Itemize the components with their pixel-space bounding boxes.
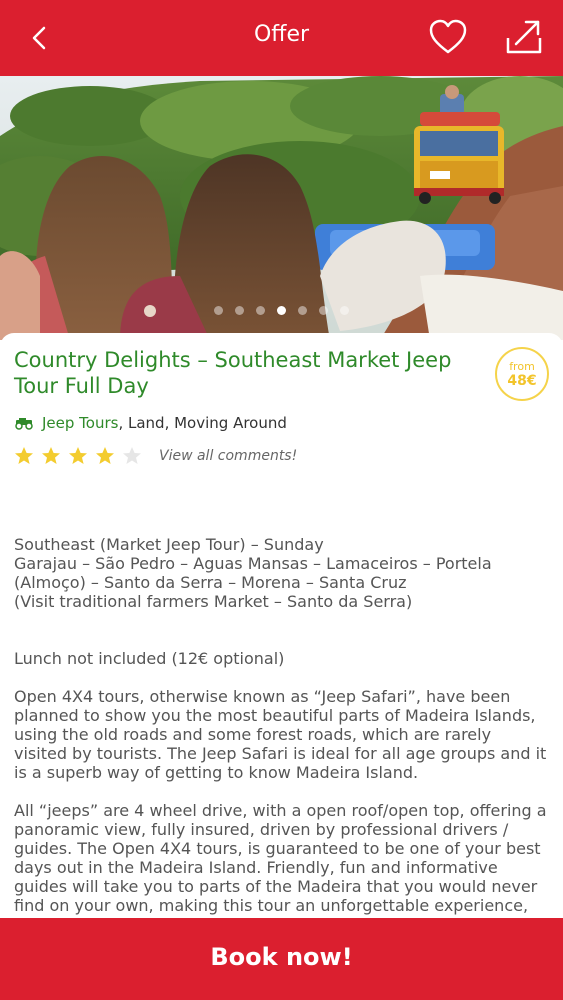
gallery-dot[interactable]	[340, 306, 349, 315]
star-filled-icon	[69, 447, 87, 464]
description-paragraph: Open 4X4 tours, otherwise known as “Jeep…	[14, 687, 547, 782]
gallery-dot[interactable]	[256, 306, 265, 315]
star-filled-icon	[96, 447, 114, 464]
view-comments-link[interactable]: View all comments!	[159, 448, 297, 464]
tour-title: Country Delights – Southeast Market Jeep…	[14, 348, 452, 398]
category-list: , Land, Moving Around	[118, 414, 287, 432]
gallery-dot[interactable]	[235, 306, 244, 315]
jeep-icon	[15, 418, 33, 430]
star-empty-icon	[123, 447, 141, 464]
tour-photo-gallery[interactable]	[0, 76, 563, 340]
price-from-label: from	[509, 360, 535, 373]
top-bar: Offer	[0, 0, 563, 76]
share-icon[interactable]	[504, 16, 544, 56]
itinerary-paragraph: Southeast (Market Jeep Tour) – Sunday Ga…	[14, 535, 549, 611]
itinerary-line: (Visit traditional farmers Market – Sant…	[14, 592, 413, 611]
page-title: Offer	[253, 22, 310, 47]
price-value: 48€	[507, 373, 537, 389]
book-now-button[interactable]: Book now!	[0, 918, 563, 1000]
tour-description: Southeast (Market Jeep Tour) – Sunday Ga…	[14, 535, 549, 953]
price-badge: from 48€	[495, 347, 549, 401]
gallery-pagination[interactable]	[0, 306, 563, 320]
category-link[interactable]: Jeep Tours	[42, 414, 118, 432]
tour-photo	[0, 76, 563, 340]
itinerary-line: Garajau – São Pedro – Aguas Mansas – Lam…	[14, 554, 492, 592]
gallery-dot[interactable]	[319, 306, 328, 315]
gallery-dot[interactable]	[214, 306, 223, 315]
tour-detail-card: Country Delights – Southeast Market Jeep…	[0, 333, 563, 934]
star-filled-icon	[15, 447, 33, 464]
lunch-note: Lunch not included (12€ optional)	[14, 649, 285, 668]
rating-stars: View all comments!	[14, 446, 297, 466]
tour-categories: Jeep Tours , Land, Moving Around	[14, 414, 287, 432]
gallery-dot[interactable]	[277, 306, 286, 315]
description-paragraph: All “jeeps” are 4 wheel drive, with a op…	[14, 801, 547, 934]
heart-icon[interactable]	[428, 18, 468, 56]
gallery-dot[interactable]	[298, 306, 307, 315]
itinerary-line: Southeast (Market Jeep Tour) – Sunday	[14, 535, 324, 554]
star-filled-icon	[42, 447, 60, 464]
